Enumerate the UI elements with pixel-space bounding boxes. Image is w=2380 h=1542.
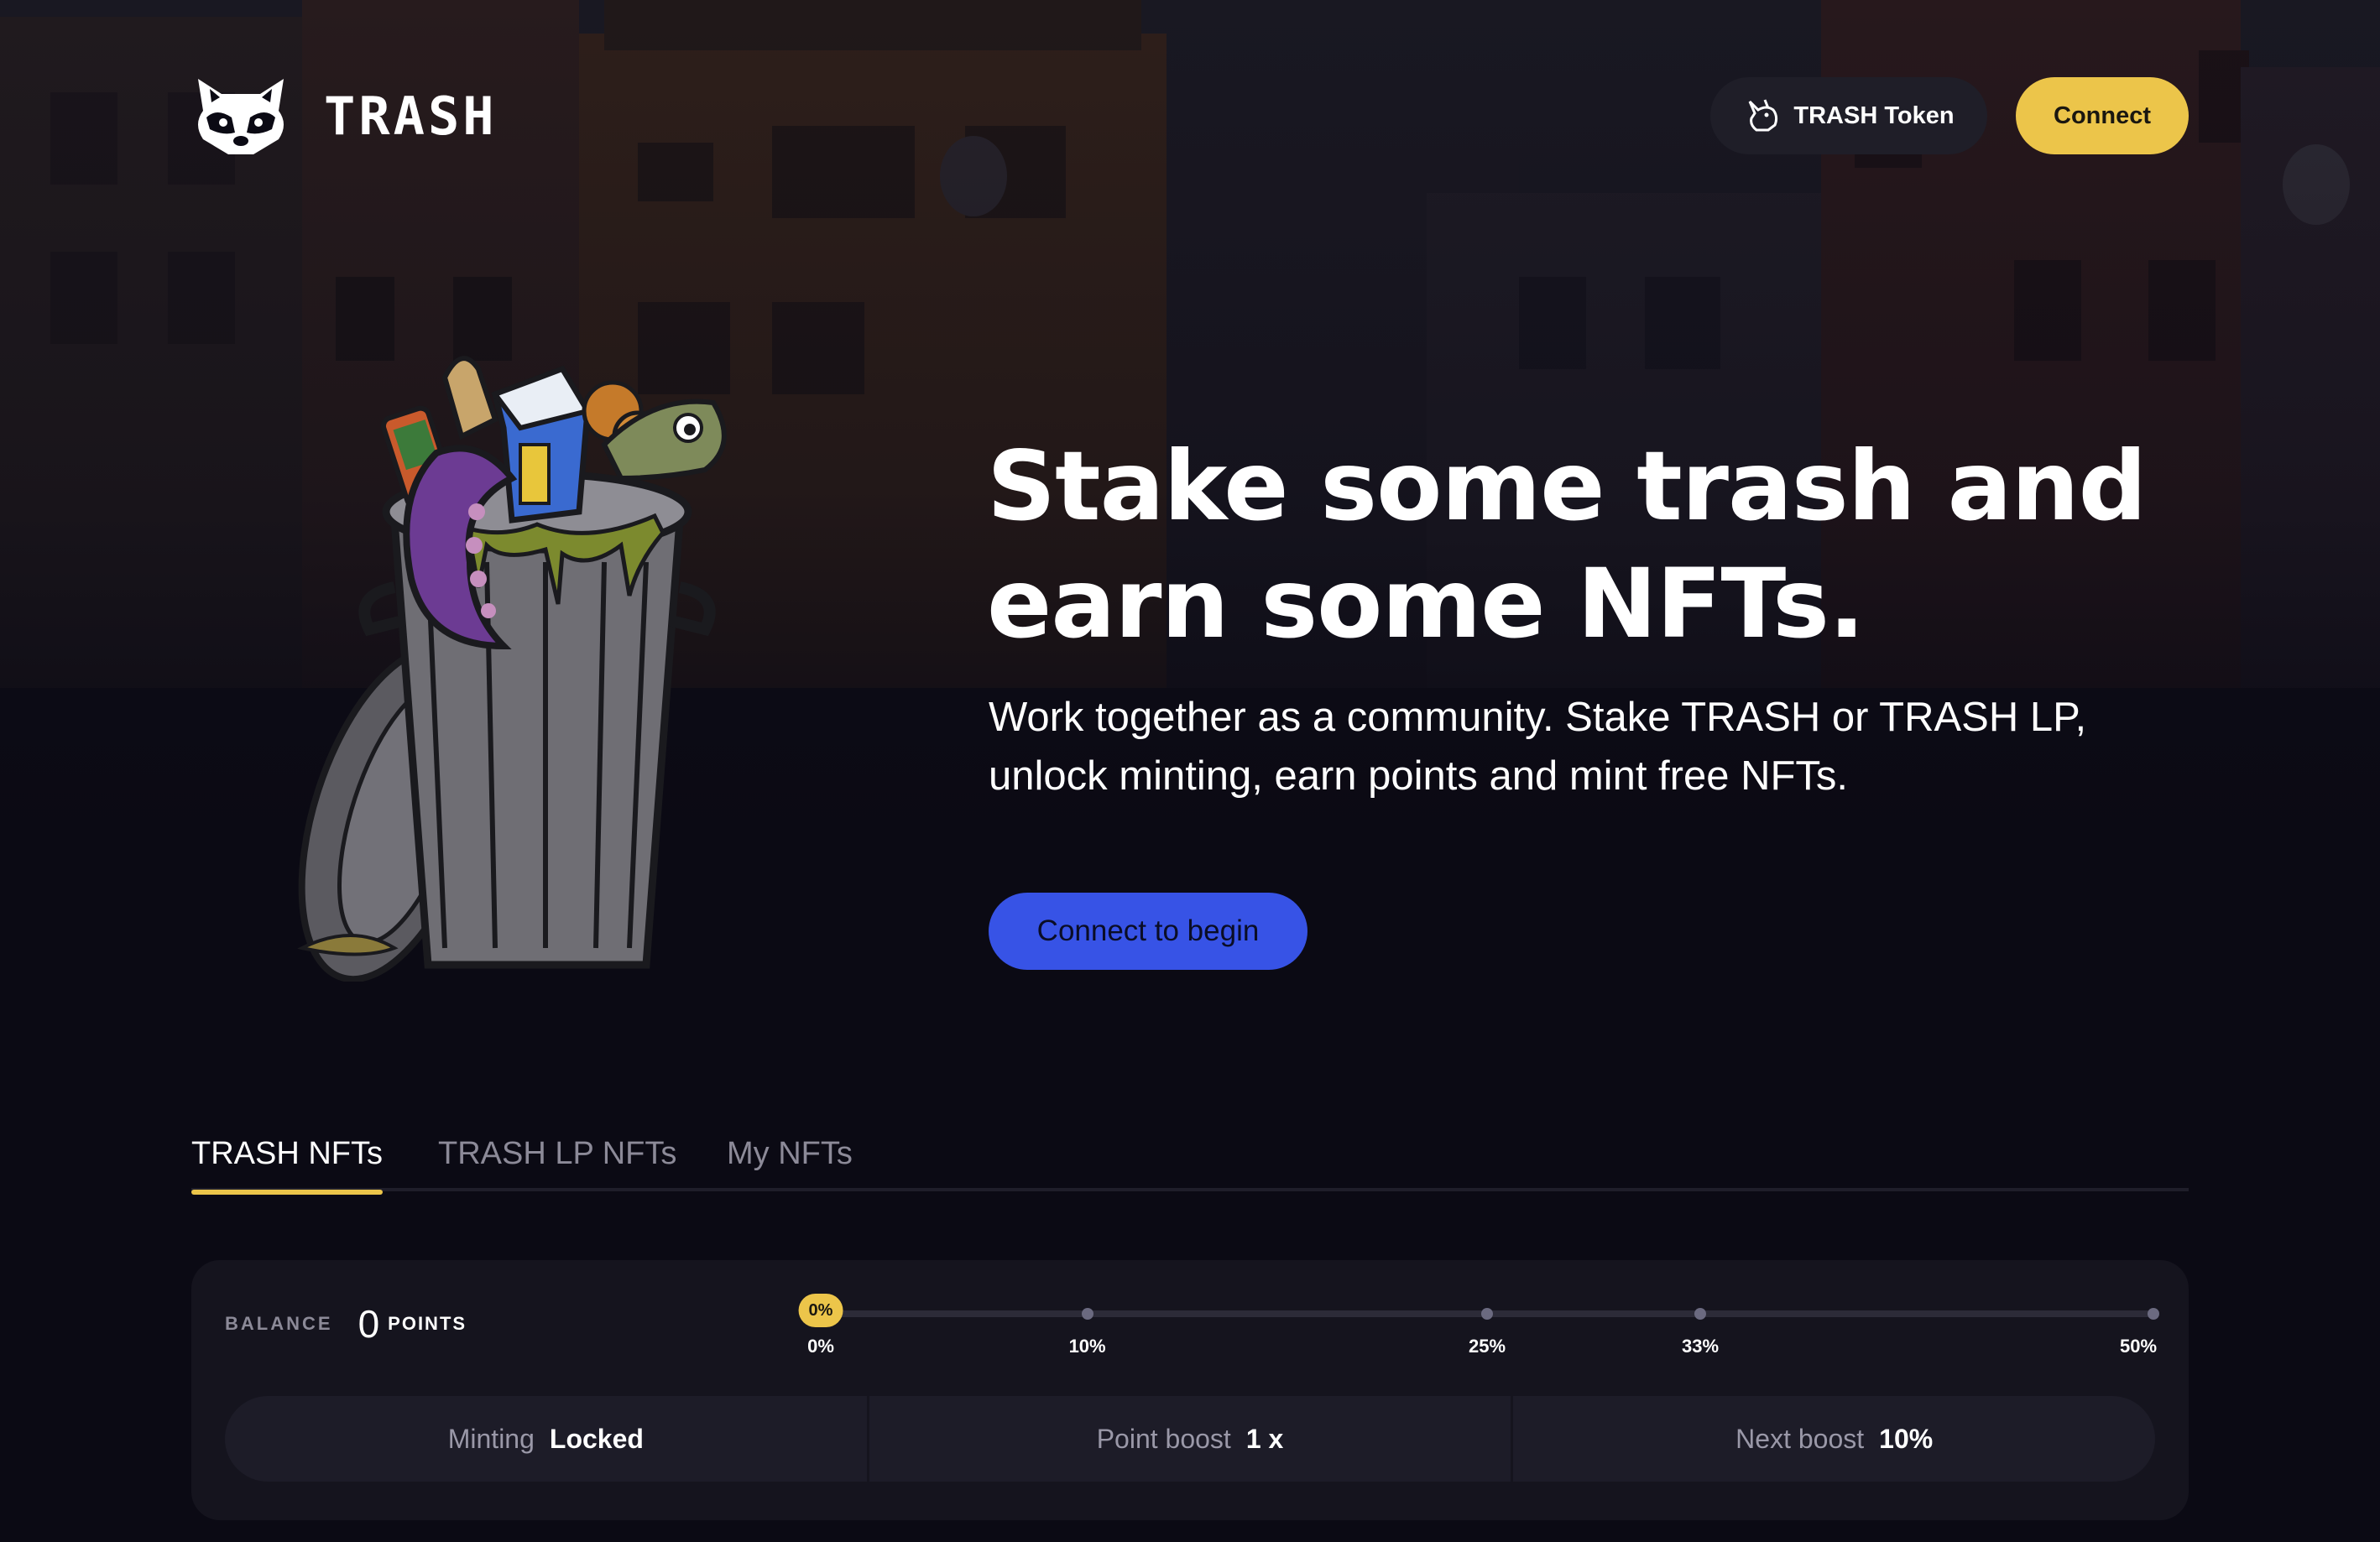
balance-value: 0 — [358, 1302, 380, 1346]
progress-tick-label: 10% — [1068, 1336, 1106, 1357]
stat-minting-value: Locked — [549, 1423, 644, 1454]
stat-point-boost: Point boost 1 x — [869, 1396, 1514, 1482]
site-header: TRASH TRASH Token Connect — [191, 74, 2189, 158]
hero-subtitle-line2: unlock minting, earn points and mint fre… — [989, 753, 1849, 799]
stat-point-boost-label: Point boost — [1096, 1423, 1231, 1454]
boost-progress-track: 0% 10% 25% 33% 50% 0% — [798, 1294, 2159, 1357]
progress-tick-dot — [2148, 1308, 2159, 1320]
hero-subtitle: Work together as a community. Stake TRAS… — [989, 688, 2214, 805]
connect-to-begin-button[interactable]: Connect to begin — [989, 893, 1307, 970]
stat-next-boost-label: Next boost — [1735, 1423, 1865, 1454]
brand-logo[interactable]: TRASH — [191, 74, 498, 158]
stat-next-boost: Next boost 10% — [1513, 1396, 2155, 1482]
points-balance: BALANCE 0 POINTS — [225, 1299, 467, 1349]
trash-token-button[interactable]: TRASH Token — [1710, 77, 1987, 154]
progress-tick-dot — [1481, 1308, 1493, 1320]
hero-subtitle-line1: Work together as a community. Stake TRAS… — [989, 695, 2087, 740]
trash-can-illustration — [269, 344, 789, 983]
hero-title: Stake some trash and earn some NFTs. — [987, 428, 2204, 663]
connect-button[interactable]: Connect — [2016, 77, 2189, 154]
progress-tick-label: 25% — [1468, 1336, 1506, 1357]
progress-tick-label: 33% — [1682, 1336, 1720, 1357]
hero-title-line1: Stake some trash and — [987, 430, 2147, 542]
unicorn-icon — [1749, 99, 1778, 132]
stats-bar: Minting Locked Point boost 1 x Next boos… — [225, 1396, 2155, 1482]
raccoon-icon — [198, 79, 284, 154]
stat-point-boost-value: 1 x — [1245, 1423, 1284, 1454]
progress-tick-label: 0% — [807, 1336, 834, 1357]
balance-label: BALANCE — [225, 1313, 333, 1334]
stat-next-boost-value: 10% — [1879, 1423, 1934, 1454]
progress-tick-dot — [1081, 1308, 1093, 1320]
progress-marker: 0% — [798, 1294, 843, 1327]
tab-trash-nfts[interactable]: TRASH NFTs — [191, 1116, 383, 1195]
stat-minting: Minting Locked — [225, 1396, 869, 1482]
hero-title-line2: earn some NFTs. — [987, 548, 1865, 659]
progress-tick-label: 50% — [2119, 1336, 2158, 1357]
balance-unit: POINTS — [388, 1313, 467, 1334]
stat-minting-label: Minting — [447, 1423, 535, 1454]
brand-name: TRASH — [324, 85, 498, 147]
tab-my-nfts[interactable]: My NFTs — [727, 1116, 853, 1191]
tab-trash-lp-nfts[interactable]: TRASH LP NFTs — [438, 1116, 676, 1191]
trash-token-label: TRASH Token — [1793, 102, 1955, 129]
nft-tabs: TRASH NFTs TRASH LP NFTs My NFTs — [191, 1116, 2189, 1195]
progress-tick-dot — [1694, 1308, 1707, 1320]
points-panel: BALANCE 0 POINTS 0% 10% 25% 33% 50% 0% Mintin… — [191, 1260, 2189, 1520]
